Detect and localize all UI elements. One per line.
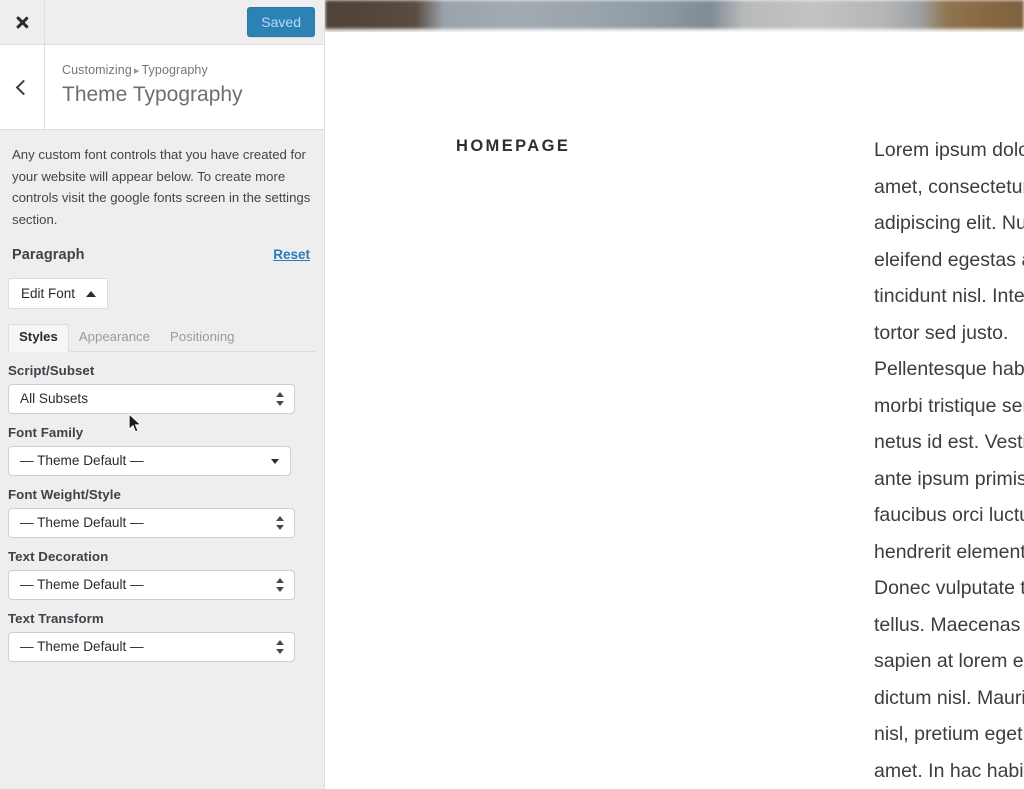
page-title: HOMEPAGE — [456, 137, 571, 155]
field-text-decoration: Text Decoration — Theme Default — — [8, 549, 316, 600]
script-subset-select[interactable]: All Subsets — [8, 384, 295, 414]
field-font-weight-style: Font Weight/Style — Theme Default — — [8, 487, 316, 538]
panel-titles: Customizing ▸ Typography Theme Typography — [62, 63, 314, 108]
site-preview-pane: HOMEPAGE Lorem ipsum dolor sit amet, con… — [325, 0, 1024, 789]
panel-header: Customizing ▸ Typography Theme Typography — [0, 45, 324, 130]
stepper-arrows-icon — [276, 515, 285, 531]
preview-text-column: Lorem ipsum dolor sit amet, consectetur … — [874, 132, 1024, 789]
hero-image-strip — [325, 0, 1024, 29]
reset-link[interactable]: Reset — [273, 247, 310, 262]
customizer-topbar: Saved — [0, 0, 324, 45]
paragraph-control-title: Paragraph — [12, 247, 85, 263]
tab-styles[interactable]: Styles — [8, 324, 69, 352]
font-family-value: — Theme Default — — [20, 453, 144, 468]
preview-paragraph-1: Lorem ipsum dolor sit amet, consectetur … — [874, 139, 1024, 782]
script-subset-value: All Subsets — [20, 391, 89, 406]
text-decoration-select[interactable]: — Theme Default — — [8, 570, 295, 600]
edit-font-label: Edit Font — [21, 286, 76, 301]
panel-body: Any custom font controls that you have c… — [0, 130, 324, 789]
back-button[interactable] — [0, 45, 45, 129]
triangle-up-icon — [86, 290, 97, 297]
preview-content: HOMEPAGE Lorem ipsum dolor sit amet, con… — [325, 32, 1024, 789]
stepper-arrows-icon — [276, 577, 285, 593]
font-editor-tabs: Styles Appearance Positioning — [8, 322, 316, 352]
field-script-subset: Script/Subset All Subsets — [8, 363, 316, 414]
customizer-sidebar: Saved Customizing ▸ Typography Theme Typog… — [0, 0, 325, 789]
close-customizer-button[interactable] — [0, 0, 45, 44]
tab-appearance[interactable]: Appearance — [69, 325, 160, 351]
stepper-arrows-icon — [276, 639, 285, 655]
tab-positioning[interactable]: Positioning — [160, 325, 245, 351]
section-description: Any custom font controls that you have c… — [12, 147, 311, 227]
save-button[interactable]: Saved — [247, 7, 315, 37]
field-label-text-decoration: Text Decoration — [8, 549, 109, 564]
customizer-screen: HOMEPAGE Lorem ipsum dolor sit amet, con… — [0, 0, 1024, 789]
breadcrumb-separator-icon: ▸ — [133, 65, 140, 77]
text-transform-value: — Theme Default — — [20, 639, 144, 654]
breadcrumb: Customizing ▸ Typography — [62, 63, 314, 77]
field-label-script-subset: Script/Subset — [8, 363, 95, 378]
panel-title: Theme Typography — [62, 83, 243, 106]
breadcrumb-current: Typography — [141, 63, 208, 77]
field-text-transform: Text Transform — Theme Default — — [8, 611, 316, 662]
stepper-arrows-icon — [276, 391, 285, 407]
close-icon — [15, 15, 30, 30]
font-weight-style-value: — Theme Default — — [20, 515, 144, 530]
field-label-font-family: Font Family — [8, 425, 84, 440]
chevron-down-icon — [271, 459, 279, 464]
field-label-font-weight-style: Font Weight/Style — [8, 487, 121, 502]
font-weight-style-select[interactable]: — Theme Default — — [8, 508, 295, 538]
field-label-text-transform: Text Transform — [8, 611, 104, 626]
text-decoration-value: — Theme Default — — [20, 577, 144, 592]
chevron-left-icon — [15, 79, 32, 95]
style-fields: Script/Subset All Subsets Font Family — … — [8, 363, 316, 662]
paragraph-control-header: Paragraph Reset — [12, 246, 312, 266]
breadcrumb-root: Customizing — [62, 63, 132, 77]
edit-font-toggle-button[interactable]: Edit Font — [8, 278, 109, 309]
field-font-family: Font Family — Theme Default — — [8, 425, 316, 476]
font-family-select[interactable]: — Theme Default — — [8, 446, 291, 476]
text-transform-select[interactable]: — Theme Default — — [8, 632, 295, 662]
